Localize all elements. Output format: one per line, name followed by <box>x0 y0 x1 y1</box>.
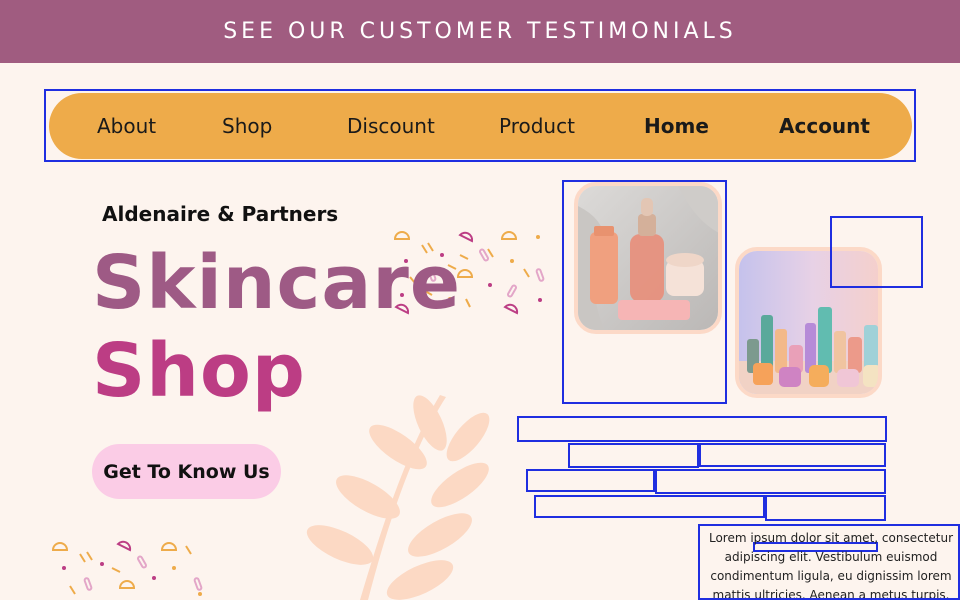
annotation-box-photo <box>562 180 727 404</box>
testimonials-banner[interactable]: SEE OUR CUSTOMER TESTIMONIALS <box>0 0 960 63</box>
annotation-box-row3a <box>526 469 655 492</box>
page: SEE OUR CUSTOMER TESTIMONIALS About Shop… <box>0 0 960 600</box>
nav-item-account[interactable]: Account <box>779 93 870 159</box>
nav-item-home[interactable]: Home <box>644 93 709 159</box>
annotation-box-row4a <box>534 495 765 518</box>
nav-item-about[interactable]: About <box>97 93 156 159</box>
hero-title-line2[interactable]: Shop <box>92 334 306 408</box>
annotation-box-row3b <box>655 469 886 494</box>
paragraph-line: mattis ultricies. Aenean a metus turpis. <box>712 588 950 600</box>
leaf-decoration <box>306 395 490 600</box>
description-paragraph-box: Lorem ipsum dolor sit amet, consectetur … <box>698 524 960 600</box>
get-to-know-us-button[interactable]: Get To Know Us <box>92 444 281 499</box>
confetti-decoration-bottom <box>51 540 203 596</box>
nav-item-product[interactable]: Product <box>499 93 575 159</box>
paragraph-line: adipiscing elit. Vestibulum euismod <box>724 550 938 564</box>
description-paragraph: Lorem ipsum dolor sit amet, consectetur … <box>700 529 958 600</box>
nav-item-discount[interactable]: Discount <box>347 93 435 159</box>
nav-item-shop[interactable]: Shop <box>222 93 272 159</box>
paragraph-line: Lorem ipsum dolor sit amet, consectetur <box>708 531 954 545</box>
annotation-box-row2a <box>568 443 699 468</box>
brand-name[interactable]: Aldenaire & Partners <box>102 202 338 226</box>
paragraph-line: condimentum ligula, eu dignissim lorem <box>710 569 952 583</box>
main-nav: About Shop Discount Product Home Account <box>49 93 912 159</box>
annotation-box-row1 <box>517 416 887 442</box>
banner-text[interactable]: SEE OUR CUSTOMER TESTIMONIALS <box>223 19 737 44</box>
annotation-box-row4b <box>765 495 886 521</box>
hero-title-line1[interactable]: Skincare <box>92 246 461 320</box>
annotation-box-row2b <box>699 443 886 467</box>
annotation-box-top-right <box>830 216 923 288</box>
